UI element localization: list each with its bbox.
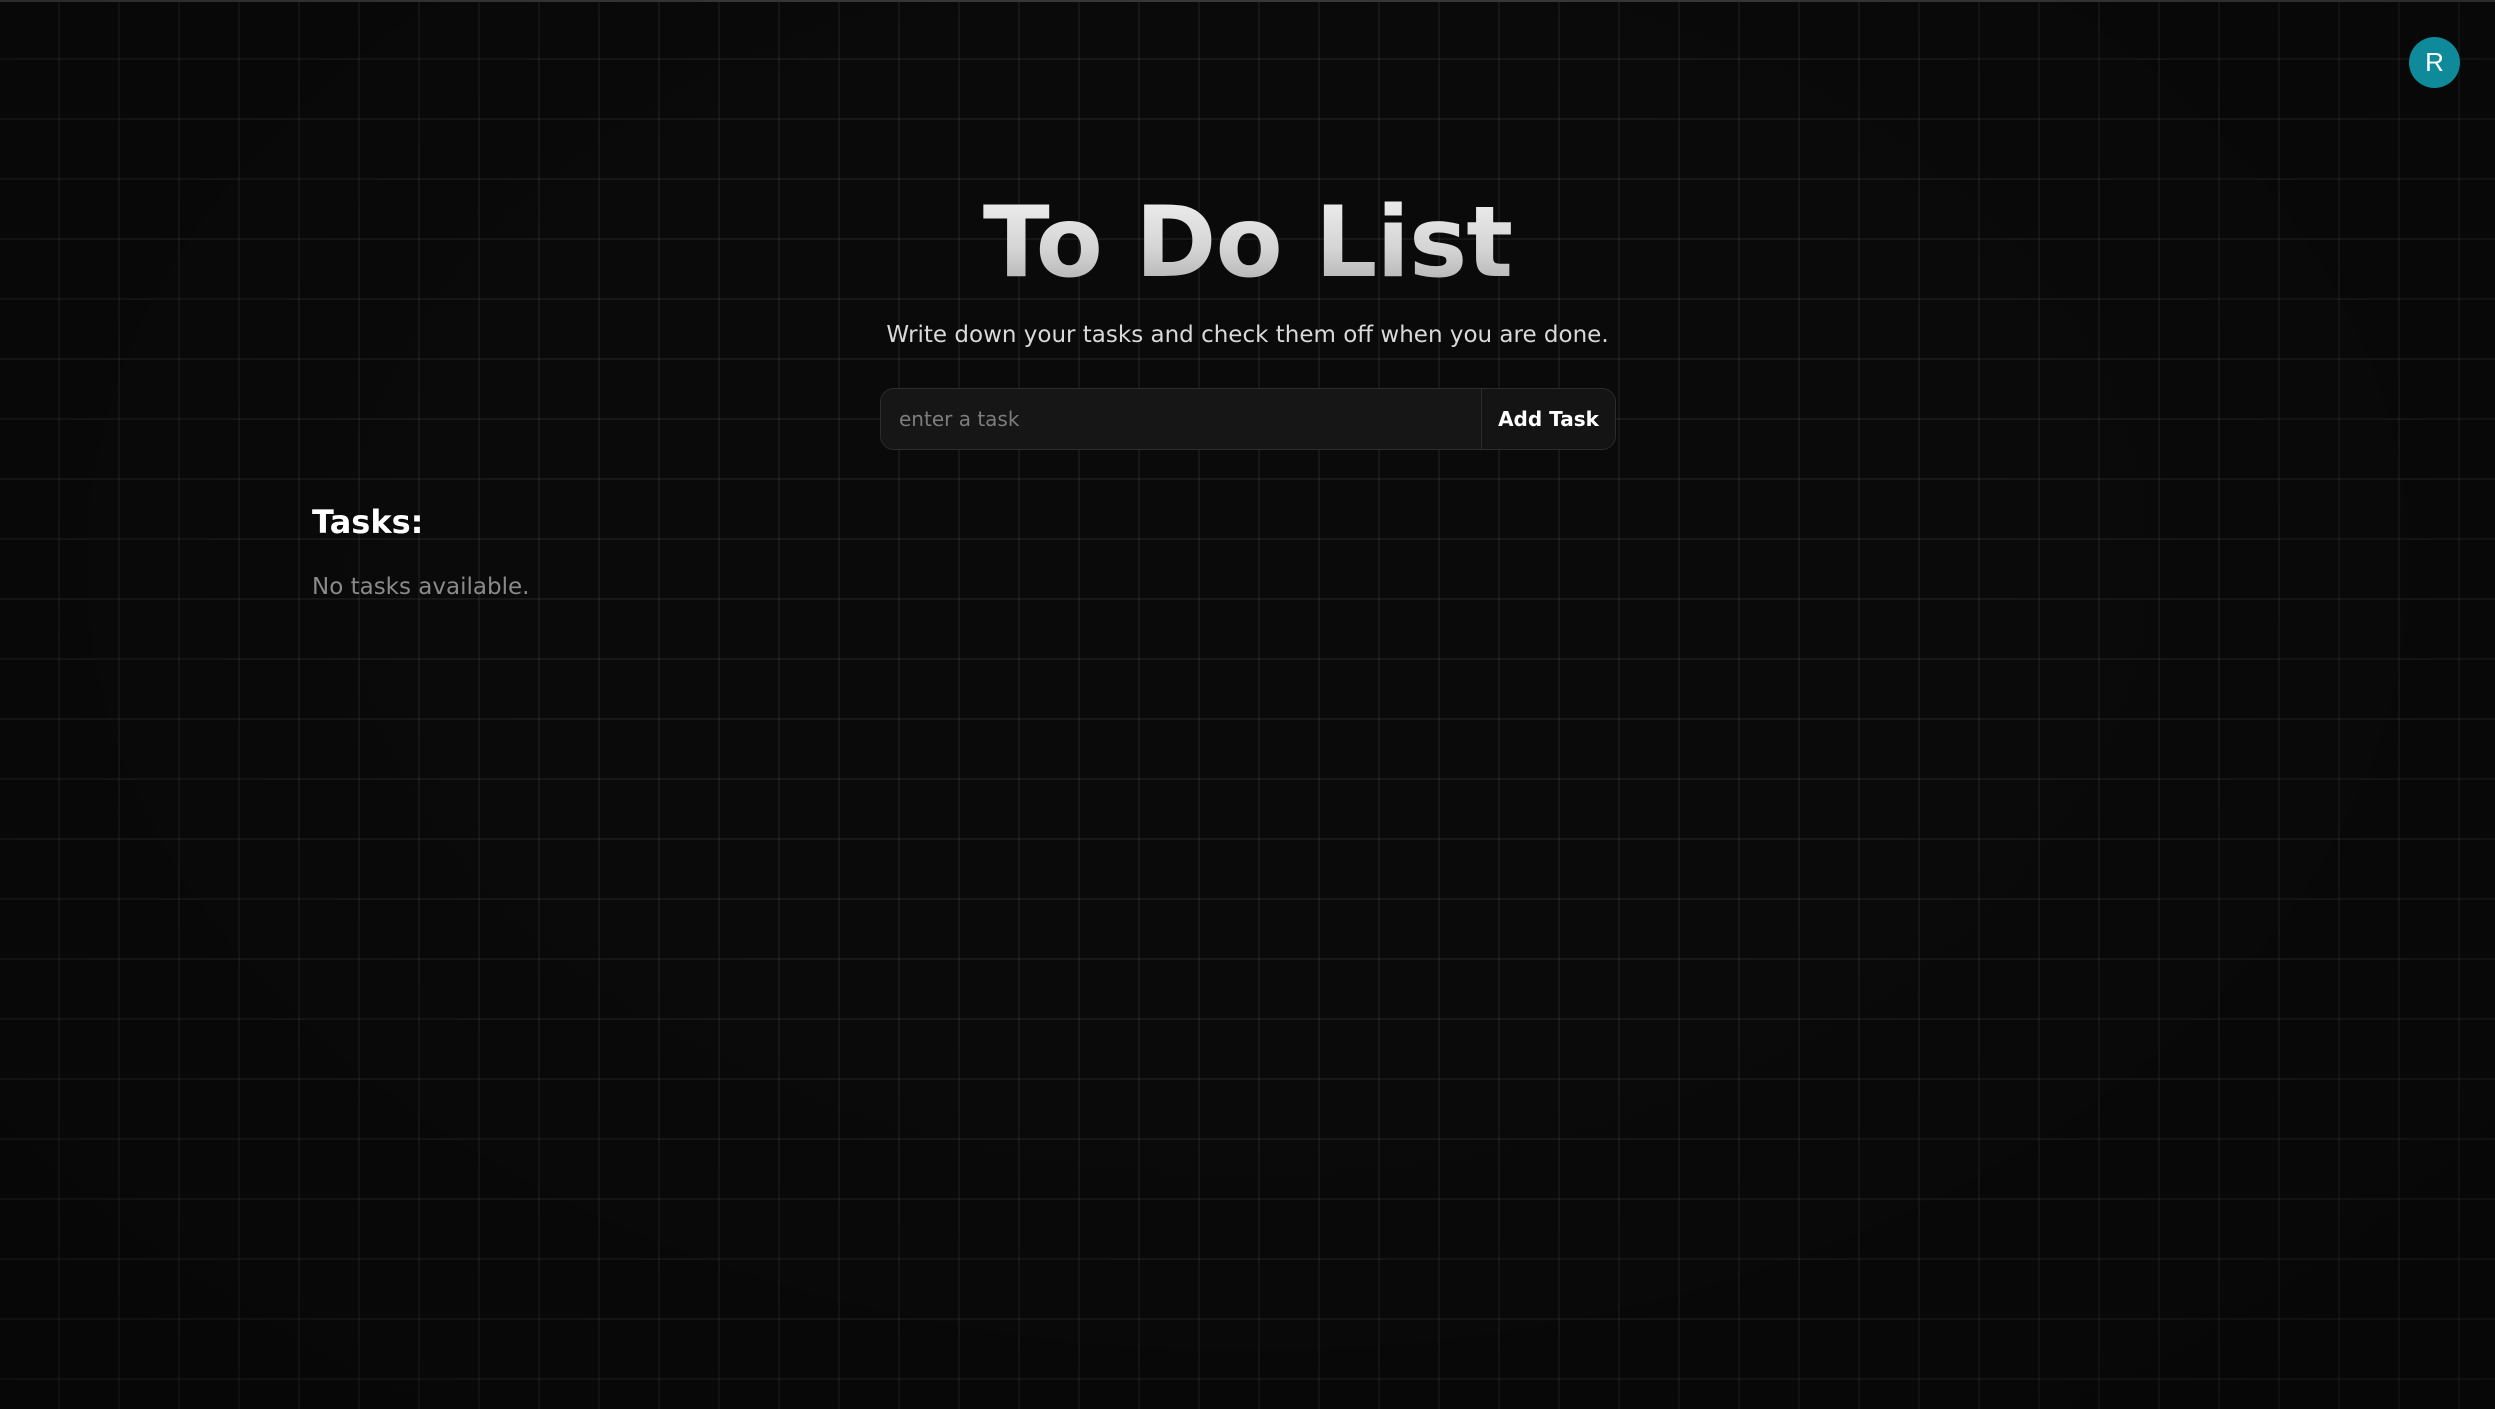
tasks-heading: Tasks:	[312, 503, 424, 541]
task-input[interactable]	[881, 389, 1481, 449]
avatar-initial: R	[2425, 47, 2444, 77]
add-task-button[interactable]: Add Task	[1481, 389, 1615, 449]
page-subtitle: Write down your tasks and check them off…	[886, 322, 1609, 348]
add-task-form: Add Task	[880, 388, 1616, 450]
user-avatar[interactable]: R	[2409, 37, 2460, 88]
app-root: R To Do List Write down your tasks and c…	[0, 0, 2495, 1409]
page-title: To Do List	[0, 178, 2495, 308]
empty-tasks-message: No tasks available.	[312, 574, 530, 600]
window-top-border	[0, 0, 2495, 2]
